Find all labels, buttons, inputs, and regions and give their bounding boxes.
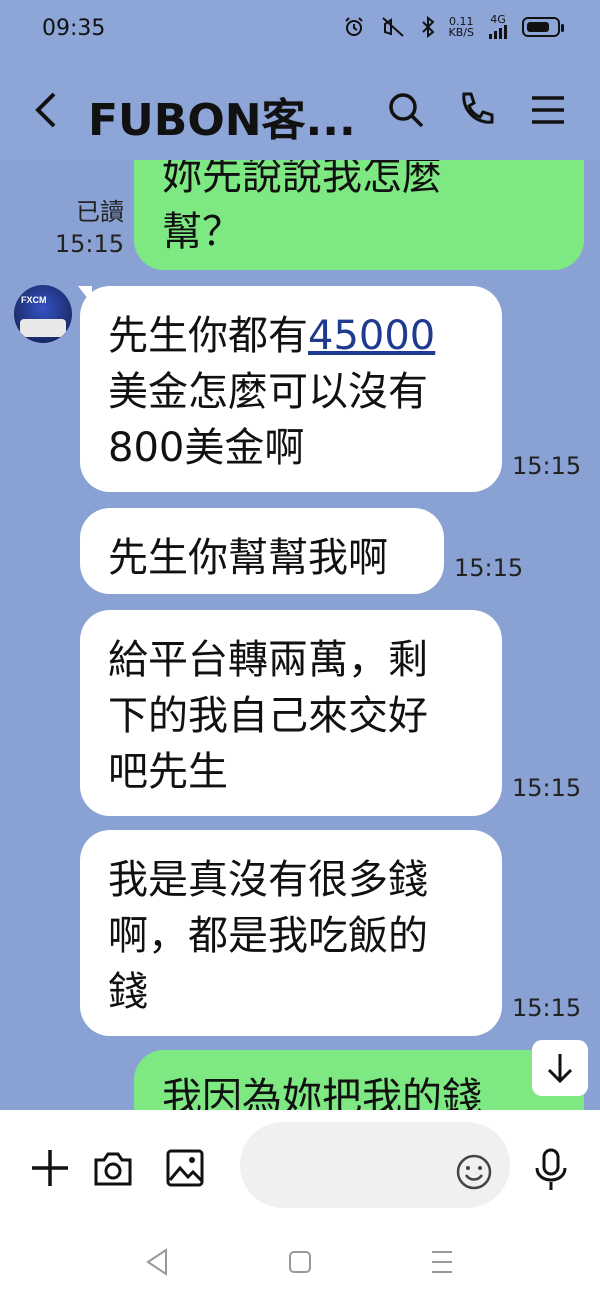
- nav-back-icon[interactable]: [140, 1244, 176, 1280]
- mute-icon: [381, 16, 404, 37]
- message-bubble-outgoing[interactable]: 我因為妳把我的錢: [134, 1050, 584, 1110]
- input-bar: [0, 1110, 600, 1230]
- microphone-icon[interactable]: [533, 1148, 569, 1192]
- arrow-down-icon: [547, 1054, 573, 1084]
- plus-icon[interactable]: [30, 1148, 70, 1188]
- avatar-label: FXCM: [21, 295, 47, 305]
- emoji-icon[interactable]: [456, 1154, 492, 1190]
- signal-label: 4G: [490, 13, 506, 26]
- status-bar: 09:35 0.11 KB/S 4G: [0, 0, 600, 60]
- message-time: 15:15: [454, 554, 524, 582]
- contact-avatar[interactable]: FXCM: [14, 285, 72, 343]
- message-bubble-incoming[interactable]: 我是真沒有很多錢 啊，都是我吃飯的 錢: [80, 830, 502, 1036]
- bluetooth-icon: [421, 15, 435, 38]
- status-time: 09:35: [42, 16, 106, 41]
- system-nav-bar: [0, 1230, 600, 1300]
- menu-icon[interactable]: [528, 90, 568, 130]
- chat-area[interactable]: 妳先說說我怎麼 幫？ 已讀 15:15 FXCM 先生你都有45000 美金怎麼…: [0, 160, 600, 1110]
- alarm-icon: [344, 16, 363, 36]
- message-time: 15:15: [512, 774, 582, 802]
- nav-home-icon[interactable]: [282, 1244, 318, 1280]
- message-bubble-incoming[interactable]: 給平台轉兩萬，剩 下的我自己來交好 吧先生: [80, 610, 502, 816]
- message-bubble-incoming[interactable]: 先生你都有45000 美金怎麼可以沒有 800美金啊: [80, 286, 502, 492]
- message-time: 15:15: [512, 994, 582, 1022]
- net-speed-unit: KB/S: [448, 25, 474, 39]
- back-icon[interactable]: [34, 90, 58, 137]
- message-time: 15:15: [512, 452, 582, 480]
- amount-link[interactable]: 45000: [308, 313, 435, 359]
- net-speed: 0.11 KB/S: [449, 16, 474, 38]
- signal-bars-icon: [489, 25, 507, 39]
- status-icons: 0.11 KB/S 4G: [343, 14, 564, 39]
- read-label: 已讀: [76, 198, 124, 226]
- battery-icon: [522, 16, 564, 37]
- battery-level: [527, 21, 549, 32]
- camera-icon[interactable]: [93, 1148, 133, 1188]
- scroll-down-button[interactable]: [532, 1040, 588, 1096]
- image-icon[interactable]: [165, 1148, 205, 1188]
- nav-recents-icon[interactable]: [424, 1244, 460, 1280]
- phone-icon[interactable]: [456, 90, 496, 130]
- message-text: 我因為妳把我的錢: [162, 1075, 482, 1110]
- message-text: 給平台轉兩萬，剩 下的我自己來交好 吧先生: [108, 637, 428, 795]
- message-text: 妳先說說我怎麼 幫？: [162, 160, 442, 255]
- message-bubble-incoming[interactable]: 先生你幫幫我啊: [80, 508, 444, 594]
- message-text: 我是真沒有很多錢 啊，都是我吃飯的 錢: [108, 857, 428, 1015]
- chat-header: FUBON客...: [0, 60, 600, 160]
- message-status: 已讀 15:15: [48, 196, 124, 260]
- signal-indicator: 4G: [488, 14, 508, 39]
- net-speed-value: 0.11: [449, 14, 474, 28]
- message-text: 先生你幫幫我啊: [108, 535, 388, 581]
- chat-title[interactable]: FUBON客...: [88, 84, 356, 148]
- message-time: 15:15: [54, 230, 124, 258]
- message-text: 先生你都有45000 美金怎麼可以沒有 800美金啊: [108, 313, 436, 471]
- message-bubble-outgoing[interactable]: 妳先說說我怎麼 幫？: [134, 160, 584, 270]
- search-icon[interactable]: [386, 90, 426, 130]
